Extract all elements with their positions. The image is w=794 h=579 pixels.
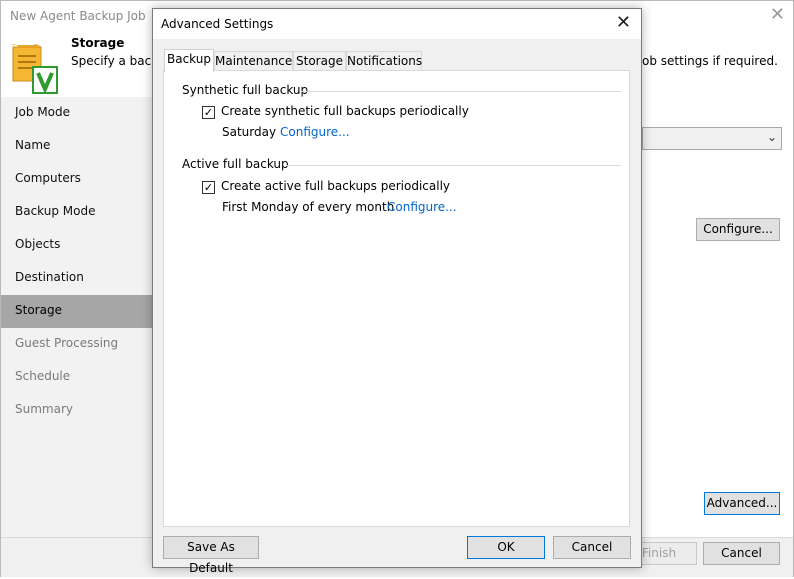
synthetic-group-label: Synthetic full backup: [182, 83, 309, 97]
nav-item-computers[interactable]: Computers: [1, 163, 153, 196]
tab-label: Maintenance: [215, 54, 293, 68]
tab-label: Notifications: [347, 54, 423, 68]
nav-item-backup-mode[interactable]: Backup Mode: [1, 196, 153, 229]
active-group-label: Active full backup: [182, 157, 289, 171]
nav-item-storage[interactable]: Storage: [1, 295, 153, 328]
nav-item-schedule[interactable]: Schedule: [1, 361, 153, 394]
wizard-title: New Agent Backup Job: [10, 9, 146, 23]
configure-button[interactable]: Configure...: [696, 218, 780, 241]
nav-item-job-mode[interactable]: Job Mode: [1, 97, 153, 130]
nav-item-name[interactable]: Name: [1, 130, 153, 163]
synthetic-group-divider: [301, 91, 621, 92]
nav-item-destination[interactable]: Destination: [1, 262, 153, 295]
chevron-down-icon: ⌄: [766, 130, 777, 144]
tab-maintenance[interactable]: Maintenance: [214, 51, 293, 71]
dialog-title: Advanced Settings: [161, 17, 274, 31]
save-as-default-button[interactable]: Save As Default: [163, 536, 259, 575]
nav-item-summary[interactable]: Summary: [1, 394, 153, 427]
nav-item-objects[interactable]: Objects: [1, 229, 153, 262]
active-schedule-text: First Monday of every month: [222, 200, 395, 214]
storage-scroll-icon: [11, 44, 58, 94]
close-icon[interactable]: ✕: [616, 12, 631, 33]
advanced-button[interactable]: Advanced...: [704, 492, 780, 515]
tab-storage[interactable]: Storage: [293, 51, 346, 71]
nav-item-label: Guest Processing: [15, 336, 119, 350]
nav-item-label: Schedule: [15, 369, 71, 383]
wizard-step-title: Storage: [71, 36, 125, 50]
tab-label: Backup: [167, 52, 211, 66]
active-configure-link[interactable]: Configure...: [387, 200, 457, 214]
ok-button[interactable]: OK: [467, 536, 545, 559]
nav-item-label: Computers: [15, 171, 81, 185]
synthetic-configure-link[interactable]: Configure...: [280, 125, 350, 139]
synthetic-full-checkbox-label[interactable]: Create synthetic full backups periodical…: [221, 104, 469, 118]
nav-item-label: Name: [15, 138, 51, 152]
tab-notifications[interactable]: Notifications: [346, 51, 422, 71]
nav-item-label: Job Mode: [15, 105, 71, 119]
backup-tab-panel: Synthetic full backup ✓ Create synthetic…: [163, 70, 630, 527]
synthetic-schedule-text: Saturday: [222, 125, 277, 139]
nav-item-label: Objects: [15, 237, 61, 251]
tab-backup[interactable]: Backup: [164, 49, 214, 72]
advanced-settings-dialog: Advanced Settings ✕ Backup Maintenance S…: [152, 8, 642, 575]
wizard-cancel-button[interactable]: Cancel: [703, 542, 780, 565]
repository-select[interactable]: ⌄: [642, 127, 782, 150]
synthetic-full-checkbox[interactable]: ✓: [202, 106, 215, 119]
nav-item-label: Backup Mode: [15, 204, 96, 218]
wizard-step-description-tail: ob settings if required.: [642, 54, 778, 68]
active-full-checkbox-label[interactable]: Create active full backups periodically: [221, 179, 450, 193]
tab-label: Storage: [296, 54, 343, 68]
cancel-button[interactable]: Cancel: [553, 536, 631, 559]
dialog-titlebar: Advanced Settings ✕: [153, 9, 641, 39]
active-full-checkbox[interactable]: ✓: [202, 181, 215, 194]
wizard-step-nav: Job Mode Name Computers Backup Mode Obje…: [1, 97, 153, 537]
active-group-divider: [286, 165, 621, 166]
wizard-close-icon[interactable]: ✕: [770, 4, 785, 25]
nav-item-label: Storage: [15, 303, 62, 317]
nav-item-label: Summary: [15, 402, 73, 416]
nav-item-guest-processing[interactable]: Guest Processing: [1, 328, 153, 361]
nav-item-label: Destination: [15, 270, 84, 284]
